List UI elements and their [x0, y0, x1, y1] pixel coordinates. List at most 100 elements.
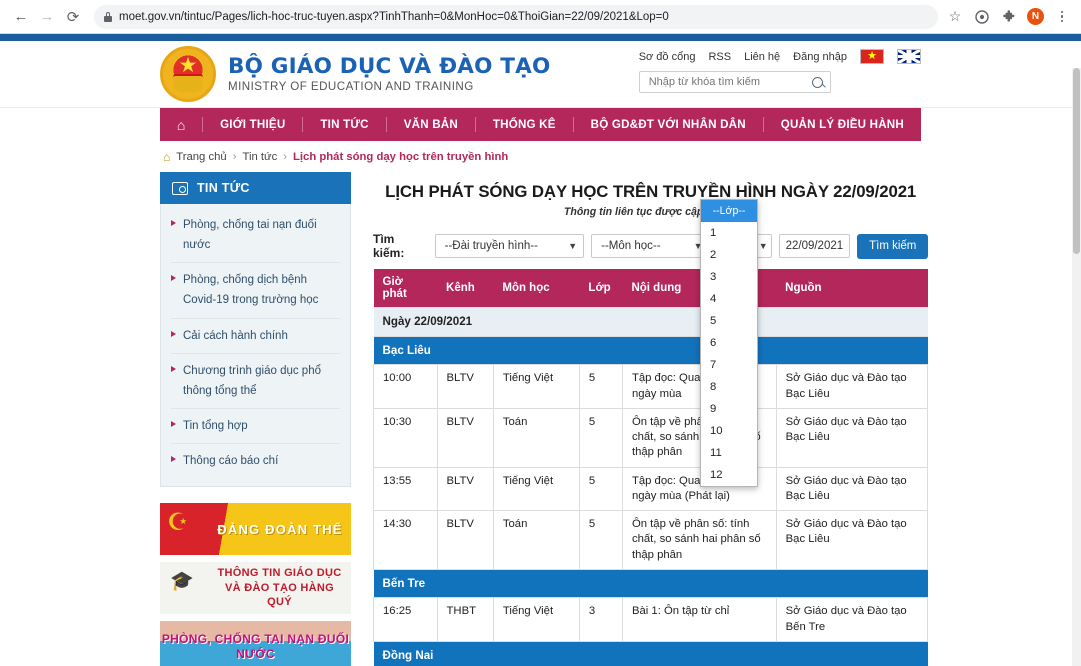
table-date-label: Ngày 22/09/2021 — [373, 307, 928, 337]
nav-item-thong-ke[interactable]: THỐNG KÊ — [476, 118, 573, 131]
cell-subject: Toán — [492, 407, 580, 468]
breadcrumb-home-link[interactable]: Trang chủ — [176, 151, 226, 163]
sidebar-item-thong-cao[interactable]: Thông cáo báo chí — [171, 444, 340, 478]
grade-option-10[interactable]: 10 — [701, 420, 757, 442]
th-lop: Lớp — [579, 269, 623, 308]
page-scrollbar[interactable] — [1072, 68, 1081, 666]
site-header: BỘ GIÁO DỤC VÀ ĐÀO TẠO MINISTRY OF EDUCA… — [0, 41, 1081, 108]
grade-dropdown-list[interactable]: --Lớp-- 1 2 3 4 5 6 7 8 9 10 11 12 — [700, 199, 758, 487]
grade-option-2[interactable]: 2 — [701, 244, 757, 266]
table-row: 16:25 THBT Tiếng Việt 3 Bài 1: Ôn tập từ… — [373, 597, 929, 642]
grade-option-8[interactable]: 8 — [701, 376, 757, 398]
graduation-cap-icon: 🎓 — [170, 571, 194, 593]
cell-source: Sở Giáo dục và Đào tạo Bến Tre — [775, 597, 929, 642]
cell-source: Sở Giáo dục và Đào tạo Bạc Liêu — [775, 466, 929, 512]
grade-option-5[interactable]: 5 — [701, 310, 757, 332]
address-bar[interactable]: moet.gov.vn/tintuc/Pages/lich-hoc-truc-t… — [94, 4, 938, 29]
grade-option-6[interactable]: 6 — [701, 332, 757, 354]
sidebar-item-covid[interactable]: Phòng, chống dịch bệnh Covid-19 trong tr… — [171, 263, 340, 319]
nav-item-gioi-thieu[interactable]: GIỚI THIỆU — [203, 118, 302, 131]
grade-option-9[interactable]: 9 — [701, 398, 757, 420]
table-row: 10:00 BLTV Tiếng Việt 5 Tập đọc: Quang c… — [373, 364, 929, 409]
table-header-row: Giờ phát Kênh Môn học Lớp Nội dung Nguồn — [373, 269, 928, 308]
link-rss[interactable]: RSS — [708, 51, 731, 63]
cell-grade: 5 — [578, 407, 623, 468]
chrome-menu-icon[interactable] — [1053, 8, 1071, 26]
province-row-bac-lieu: Bạc Liêu — [373, 336, 928, 365]
breadcrumb: ⌂ Trang chủ › Tin tức › Lịch phát sóng d… — [160, 141, 921, 172]
province-label: Đồng Nai — [373, 641, 928, 666]
brand-english: MINISTRY OF EDUCATION AND TRAINING — [228, 80, 474, 94]
flag-vietnam-icon[interactable] — [860, 49, 884, 64]
sidebar-header: TIN TỨC — [160, 172, 351, 204]
brand-text: BỘ GIÁO DỤC VÀ ĐÀO TẠO MINISTRY OF EDUCA… — [228, 54, 550, 94]
cell-time: 14:30 — [373, 510, 438, 570]
date-input[interactable]: 22/09/2021 — [778, 234, 851, 258]
sidebar: TIN TỨC Phòng, chống tai nạn đuối nước P… — [160, 172, 351, 666]
sidebar-title: TIN TỨC — [197, 181, 250, 195]
banner-thong-tin-gd[interactable]: 🎓 THÔNG TIN GIÁO DỤC VÀ ĐÀO TẠO HÀNG QUÝ — [160, 562, 351, 615]
subject-select[interactable]: --Môn học-- ▼ — [591, 234, 710, 258]
sidebar-item-chuong-trinh-gd[interactable]: Chương trình giáo dục phổ thông tổng thể — [171, 354, 340, 409]
profile-avatar[interactable]: N — [1027, 8, 1044, 25]
grade-option-3[interactable]: 3 — [701, 266, 757, 288]
link-login[interactable]: Đăng nhập — [793, 51, 847, 63]
breadcrumb-separator: › — [283, 151, 287, 163]
grade-option-1[interactable]: 1 — [701, 222, 757, 244]
search-icon[interactable] — [811, 76, 823, 88]
channel-select[interactable]: --Đài truyền hình-- ▼ — [434, 234, 585, 258]
cell-source: Sở Giáo dục và Đào tạo Bạc Liêu — [775, 510, 929, 570]
cell-channel: BLTV — [436, 407, 494, 468]
table-row: 13:55 BLTV Tiếng Việt 5 Tập đọc: Quang c… — [373, 466, 929, 512]
cell-source: Sở Giáo dục và Đào tạo Bạc Liêu — [775, 407, 929, 468]
breadcrumb-current: Lịch phát sóng dạy học trên truyền hình — [293, 151, 509, 163]
reload-button[interactable]: ⟳ — [60, 4, 86, 30]
sidebar-list: Phòng, chống tai nạn đuối nước Phòng, ch… — [160, 204, 351, 488]
nav-item-bo-gddt-voi-nhan-dan[interactable]: BỘ GD&ĐT VỚI NHÂN DÂN — [574, 118, 763, 131]
schedule-table-body: Ngày 22/09/2021 Bạc Liêu 10:00 BLTV Tiến… — [373, 307, 929, 666]
province-row-dong-nai: Đồng Nai — [373, 641, 928, 666]
search-button[interactable]: Tìm kiếm — [857, 233, 929, 259]
banner-dang-doan-the[interactable]: ☪ ĐẢNG ĐOÀN THỂ — [160, 503, 351, 556]
page-viewport: BỘ GIÁO DỤC VÀ ĐÀO TẠO MINISTRY OF EDUCA… — [0, 34, 1081, 666]
banner-phong-chong-duoi-nuoc[interactable]: PHÒNG, CHỐNG TAI NẠN ĐUỐI NƯỚC — [160, 621, 351, 666]
grade-option-11[interactable]: 11 — [701, 442, 757, 464]
nav-home-icon[interactable]: ⌂ — [160, 117, 202, 133]
nav-item-tin-tuc[interactable]: TIN TỨC — [303, 118, 385, 131]
grade-option-7[interactable]: 7 — [701, 354, 757, 376]
breadcrumb-section-link[interactable]: Tin tức — [242, 151, 277, 163]
breadcrumb-home-icon[interactable]: ⌂ — [163, 150, 170, 164]
news-icon — [172, 181, 188, 195]
vietnam-emblem-icon — [160, 46, 216, 102]
site-search-box[interactable] — [638, 71, 831, 93]
grade-option-12[interactable]: 12 — [701, 464, 757, 486]
bookmark-star-icon[interactable]: ☆ — [946, 8, 964, 26]
cell-time: 10:00 — [373, 364, 438, 409]
content-area: TIN TỨC Phòng, chống tai nạn đuối nước P… — [160, 172, 929, 666]
back-button[interactable]: ← — [8, 4, 34, 30]
link-contact[interactable]: Liên hệ — [744, 51, 780, 63]
cell-time: 16:25 — [373, 597, 438, 642]
header-utility-area: Sơ đồ cổng RSS Liên hệ Đăng nhập — [638, 49, 921, 93]
site-search-input[interactable] — [646, 75, 812, 89]
table-date-row: Ngày 22/09/2021 — [373, 307, 928, 337]
grade-option-placeholder[interactable]: --Lớp-- — [701, 200, 757, 222]
extensions-puzzle-icon[interactable] — [1000, 8, 1018, 26]
sidebar-item-duoi-nuoc[interactable]: Phòng, chống tai nạn đuối nước — [171, 208, 340, 264]
sidebar-item-cai-cach[interactable]: Cải cách hành chính — [171, 319, 340, 354]
clock-history-icon[interactable] — [973, 8, 991, 26]
nav-item-van-ban[interactable]: VĂN BẢN — [387, 118, 475, 131]
cell-channel: THBT — [436, 597, 494, 642]
sidebar-item-tin-tong-hop[interactable]: Tin tổng hợp — [171, 409, 340, 444]
flag-uk-icon[interactable] — [897, 49, 921, 64]
scrollbar-thumb[interactable] — [1073, 68, 1080, 254]
grade-option-4[interactable]: 4 — [701, 288, 757, 310]
forward-button[interactable]: → — [34, 4, 60, 30]
nav-item-quan-ly-dieu-hanh[interactable]: QUẢN LÝ ĐIỀU HÀNH — [764, 118, 921, 131]
site-logo[interactable]: BỘ GIÁO DỤC VÀ ĐÀO TẠO MINISTRY OF EDUCA… — [160, 41, 1081, 102]
cell-time: 10:30 — [373, 407, 438, 468]
main-column: LỊCH PHÁT SÓNG DẠY HỌC TRÊN TRUYỀN HÌNH … — [373, 172, 929, 666]
link-sitemap[interactable]: Sơ đồ cổng — [639, 51, 696, 63]
subject-select-value: --Môn học-- — [601, 240, 661, 252]
page-content: BỘ GIÁO DỤC VÀ ĐÀO TẠO MINISTRY OF EDUCA… — [0, 41, 1081, 666]
